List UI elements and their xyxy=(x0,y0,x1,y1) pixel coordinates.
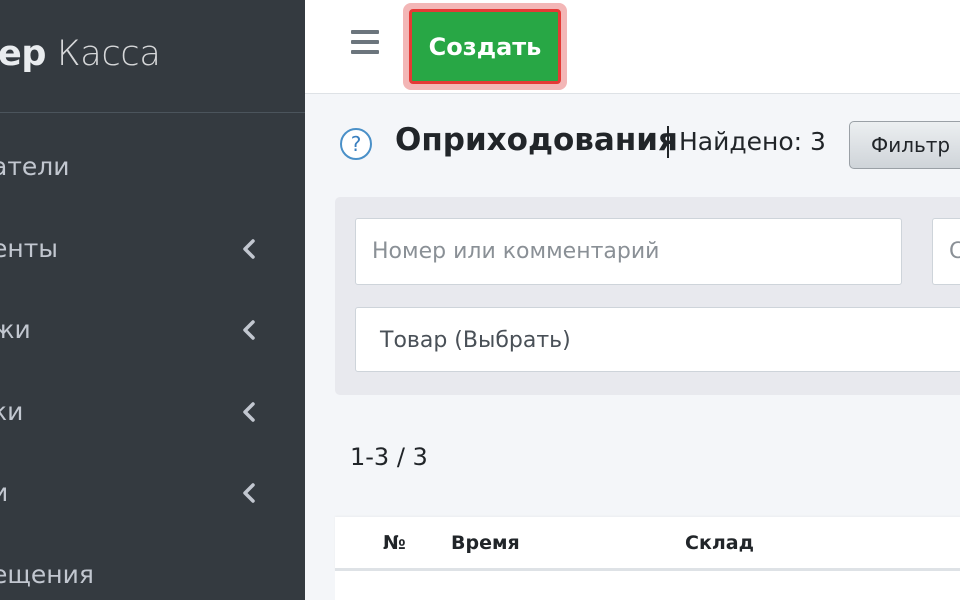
chevron-left-icon xyxy=(243,402,255,422)
search-input[interactable] xyxy=(355,218,902,285)
sidebar-item-label: ки xyxy=(0,397,24,426)
chevron-left-icon xyxy=(243,239,255,259)
column-header-warehouse[interactable]: Склад xyxy=(685,532,754,554)
column-header-number[interactable]: № xyxy=(383,532,406,554)
sidebar-item-4[interactable]: ки xyxy=(0,385,305,445)
brand[interactable]: тер Касса xyxy=(0,0,305,113)
question-circle-icon[interactable]: ? xyxy=(340,128,372,160)
sidebar-item-2[interactable]: енты xyxy=(0,222,305,282)
found-count: Найдено: 3 xyxy=(667,126,826,158)
sidebar: тер Касса атели енты жи ки и ещения xyxy=(0,0,305,600)
sidebar-item-label: ещения xyxy=(0,560,94,589)
date-from-input[interactable] xyxy=(932,218,960,285)
sidebar-item-label: жи xyxy=(0,315,31,344)
chevron-left-icon xyxy=(243,320,255,340)
create-button-highlight: Создать xyxy=(403,3,567,90)
create-button[interactable]: Создать xyxy=(409,9,561,84)
filter-button[interactable]: Фильтр xyxy=(849,121,960,169)
hamburger-icon[interactable] xyxy=(351,30,379,58)
table-header: № Время Склад xyxy=(335,517,960,571)
sidebar-item-label: енты xyxy=(0,234,59,263)
sidebar-item-5[interactable]: и xyxy=(0,466,305,526)
product-select[interactable]: Товар (Выбрать) xyxy=(355,307,960,372)
product-select-label: Товар (Выбрать) xyxy=(380,328,571,353)
page-title: Оприходования xyxy=(395,122,678,158)
pagination-range: 1-3 / 3 xyxy=(350,443,428,471)
sidebar-item-6[interactable]: ещения xyxy=(0,548,305,600)
sidebar-item-1[interactable]: атели xyxy=(0,140,305,200)
sidebar-item-label: атели xyxy=(0,152,70,181)
sidebar-item-label: и xyxy=(0,478,9,507)
top-navbar: Создать xyxy=(305,0,960,94)
sidebar-item-3[interactable]: жи xyxy=(0,303,305,363)
chevron-left-icon xyxy=(243,483,255,503)
table-body xyxy=(335,571,960,600)
column-header-time[interactable]: Время xyxy=(451,532,520,554)
brand-logo-text: тер Касса xyxy=(0,34,161,74)
